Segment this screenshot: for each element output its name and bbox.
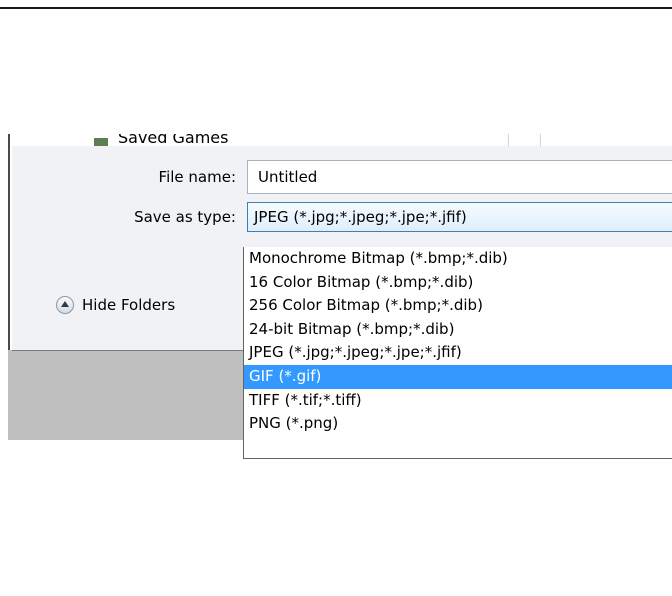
hide-folders-label: Hide Folders xyxy=(82,296,176,314)
dropdown-option[interactable]: JPEG (*.jpg;*.jpeg;*.jpe;*.jfif) xyxy=(244,341,672,365)
save-as-type-select[interactable]: JPEG (*.jpg;*.jpeg;*.jpe;*.jfif) xyxy=(247,202,672,232)
save-as-type-label: Save as type: xyxy=(134,208,236,226)
dropdown-option-highlighted[interactable]: GIF (*.gif) xyxy=(244,364,672,389)
hide-folders-button[interactable]: Hide Folders xyxy=(56,296,175,314)
chevron-up-icon xyxy=(56,296,74,314)
top-rule xyxy=(0,7,672,9)
column-divider xyxy=(508,134,509,146)
column-divider xyxy=(540,134,541,146)
dropdown-option[interactable]: 256 Color Bitmap (*.bmp;*.dib) xyxy=(244,294,672,318)
dropdown-option[interactable]: PNG (*.png) xyxy=(244,412,672,436)
dropdown-option[interactable]: 16 Color Bitmap (*.bmp;*.dib) xyxy=(244,271,672,295)
save-as-type-dropdown-list: Monochrome Bitmap (*.bmp;*.dib) 16 Color… xyxy=(243,247,672,459)
folder-icon xyxy=(94,138,108,146)
dropdown-option[interactable]: 24-bit Bitmap (*.bmp;*.dib) xyxy=(244,318,672,342)
folder-item-label: Saved Games xyxy=(118,134,229,146)
file-name-label: File name: xyxy=(158,168,236,186)
dropdown-option[interactable]: TIFF (*.tif;*.tiff) xyxy=(244,389,672,413)
dropdown-option[interactable]: Monochrome Bitmap (*.bmp;*.dib) xyxy=(244,247,672,271)
file-name-input[interactable]: Untitled xyxy=(247,160,672,194)
folder-tree-partial-row[interactable]: Saved Games xyxy=(10,134,672,146)
